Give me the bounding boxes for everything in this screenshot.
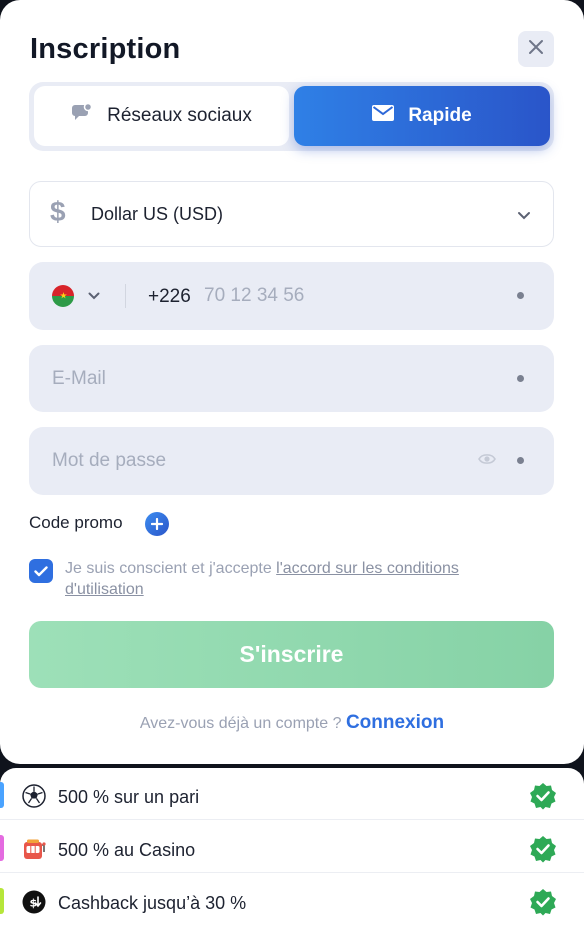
verified-check-icon [529,835,557,868]
eye-icon[interactable] [478,452,496,471]
terms-prefix: Je suis conscient et j'accepte [65,560,277,577]
list-item: 500 % sur un pari [0,768,584,820]
verified-check-icon [529,782,557,815]
currency-select[interactable]: $ Dollar US (USD) [29,181,554,247]
terms-text: Je suis conscient et j'accepte l'accord … [65,558,535,600]
accent-bar [0,782,4,808]
close-icon [528,39,544,60]
promo-code-label[interactable]: Code promo [29,513,123,533]
soccer-ball-icon [22,784,46,808]
dial-code: +226 [148,286,191,307]
chevron-down-icon [517,207,531,225]
password-field-wrapper [29,427,554,495]
bonus-text: Cashback jusqu’à 30 % [58,893,247,913]
required-indicator [517,457,524,464]
divider [125,284,126,308]
modal-title: Inscription [30,33,181,65]
close-button[interactable] [518,31,554,67]
accent-bar [0,835,4,861]
plus-icon[interactable] [145,512,169,536]
email-field-wrapper [29,345,554,412]
list-item: $ Cashback jusqu’à 30 % [0,874,584,926]
accent-bar [0,888,4,914]
slot-machine-icon [22,837,46,861]
register-button[interactable]: S'inscrire [29,621,554,688]
registration-modal: Inscription Réseaux sociaux Rapide $ Dol… [0,0,584,764]
bonus-text: 500 % sur un pari [58,787,200,807]
tab-social-networks[interactable]: Réseaux sociaux [34,86,289,146]
login-prompt-text: Avez-vous déjà un compte ? [139,715,342,732]
required-indicator [517,375,524,382]
chat-bubbles-icon [71,102,93,129]
burkina-faso-flag-icon [52,285,74,307]
login-link[interactable]: Connexion [346,712,444,733]
login-prompt: Avez-vous déjà un compte ? Connexion [0,712,584,734]
envelope-icon [372,105,395,127]
tab-quick[interactable]: Rapide [294,86,550,146]
phone-field: +226 [29,262,554,330]
tab-quick-label: Rapide [408,105,472,126]
phone-input[interactable] [204,262,504,329]
registration-tabs: Réseaux sociaux Rapide [29,82,554,151]
verified-check-icon [529,888,557,921]
list-item: 500 % au Casino [0,821,584,873]
email-field[interactable] [52,345,472,412]
dollar-icon: $ [50,196,66,227]
password-field[interactable] [52,427,472,494]
bonus-list: 500 % sur un pari 500 % au Casino $ Cash… [0,768,584,927]
chevron-down-icon [88,287,100,305]
terms-checkbox[interactable] [29,559,53,583]
currency-value: Dollar US (USD) [91,204,224,224]
country-code-select[interactable] [52,284,112,308]
bonus-text: 500 % au Casino [58,840,196,860]
tab-social-label: Réseaux sociaux [107,105,252,126]
required-indicator [517,292,524,299]
cashback-icon: $ [22,890,46,914]
